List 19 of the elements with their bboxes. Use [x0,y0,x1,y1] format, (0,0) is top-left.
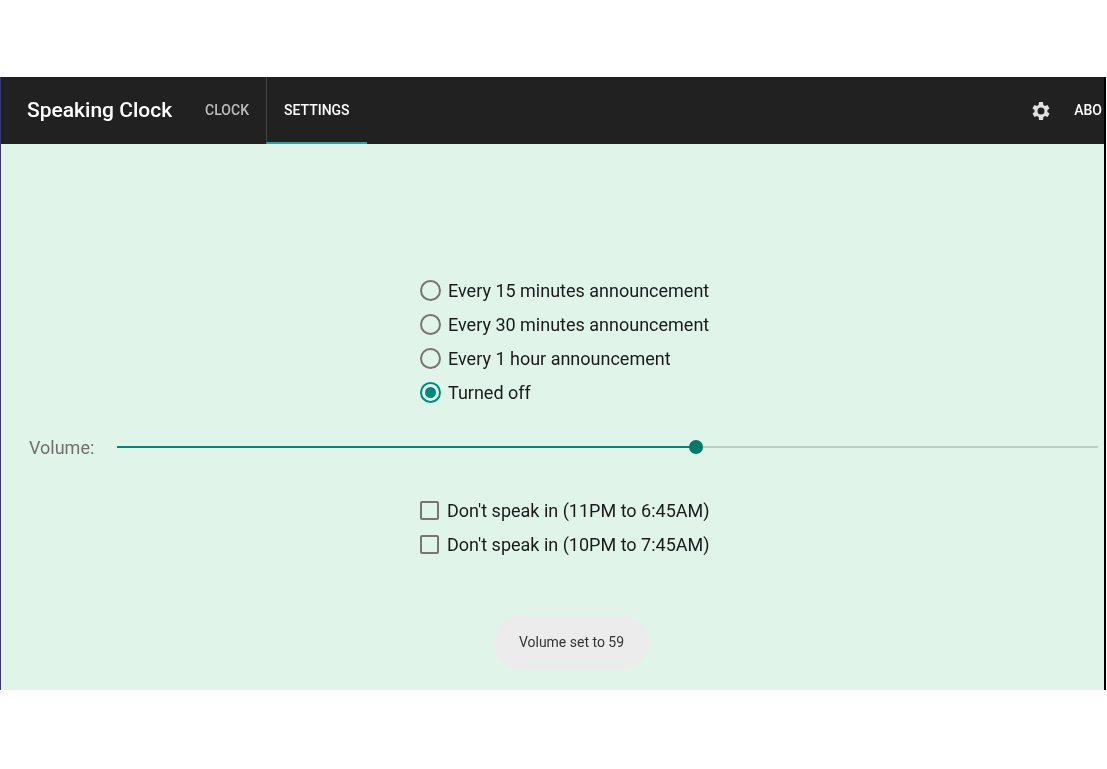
volume-label: Volume: [29,435,96,460]
checkbox-label[interactable]: Don't speak in (11PM to 6:45AM) [447,496,710,524]
radio-button[interactable] [420,347,441,369]
about-tab[interactable]: ABO [1074,100,1104,121]
toast-message: Volume set to 59 [493,616,650,669]
radio-button[interactable] [420,381,441,403]
radio-label[interactable]: Every 15 minutes announcement [448,276,710,304]
radio-button[interactable] [420,313,441,335]
radio-button[interactable] [420,279,441,301]
checkbox[interactable] [420,534,439,554]
tab[interactable]: CLOCK [188,77,266,144]
radio-label[interactable]: Every 30 minutes announcement [448,310,710,338]
volume-thumb[interactable] [688,440,703,454]
volume-slider[interactable] [117,440,1098,454]
checkbox[interactable] [420,500,439,520]
checkbox-label[interactable]: Don't speak in (10PM to 7:45AM) [447,530,710,558]
radio-label[interactable]: Every 1 hour announcement [448,344,671,372]
radio-label[interactable]: Turned off [448,378,531,406]
app-title: Speaking Clock [27,96,173,124]
